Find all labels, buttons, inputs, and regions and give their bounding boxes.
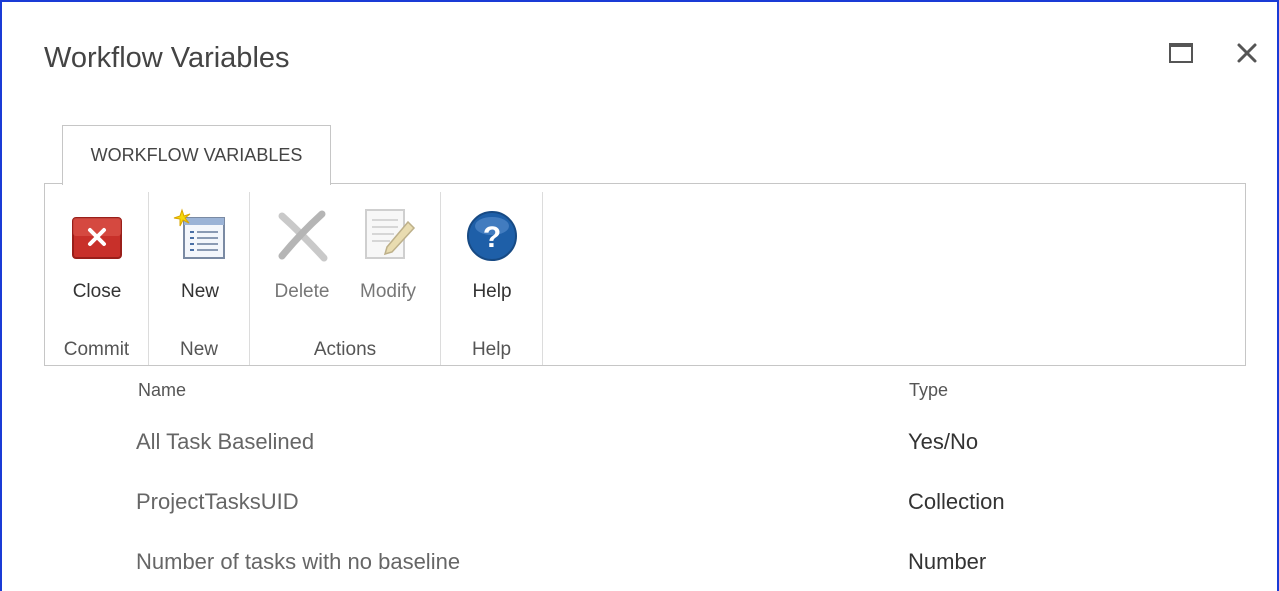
new-item-icon (173, 208, 225, 259)
table-row-name[interactable]: Number of tasks with no baseline (136, 549, 460, 575)
ribbon: Close Commit New New Delete Modify Actio… (44, 183, 1246, 366)
group-label-new: New (179, 339, 218, 360)
group-label-commit: Commit (63, 339, 130, 360)
help-icon: ? (467, 211, 517, 261)
new-button-label: New (180, 281, 219, 302)
close-button-label: Close (72, 281, 122, 302)
group-label-actions: Actions (313, 339, 377, 360)
maximize-icon (1169, 43, 1193, 63)
maximize-button[interactable] (1166, 38, 1196, 68)
svg-text:?: ? (483, 221, 501, 254)
dialog-title: Workflow Variables (44, 42, 290, 74)
modify-icon (365, 209, 416, 259)
new-button[interactable]: New (165, 204, 235, 304)
column-header-name[interactable]: Name (138, 380, 186, 401)
tab-workflow-variables[interactable]: WORKFLOW VARIABLES (62, 125, 331, 185)
modify-button-label: Modify (360, 281, 416, 302)
help-button[interactable]: ? Help (457, 204, 527, 304)
group-label-help: Help (471, 339, 512, 360)
close-window-button[interactable] (1232, 38, 1262, 68)
column-header-type[interactable]: Type (909, 380, 948, 401)
delete-icon (278, 210, 328, 262)
close-red-icon (72, 217, 122, 259)
ribbon-group-actions: Delete Modify Actions (250, 192, 441, 365)
delete-button[interactable]: Delete (267, 204, 337, 304)
table-row-type: Collection (908, 489, 1005, 514)
close-button[interactable]: Close (62, 204, 132, 304)
help-button-label: Help (472, 281, 512, 302)
ribbon-group-help: ? Help Help (441, 192, 543, 365)
table-row-type: Number (908, 549, 987, 574)
delete-button-label: Delete (274, 281, 330, 302)
modify-button[interactable]: Modify (353, 204, 423, 304)
table-row-type: Yes/No (908, 429, 979, 454)
workflow-variables-dialog: Workflow Variables WORKFLOW VARIABLES Cl… (0, 0, 1279, 591)
close-icon (1237, 43, 1257, 63)
table-row-name[interactable]: ProjectTasksUID (136, 489, 299, 515)
ribbon-group-commit: Close Commit (45, 192, 149, 365)
ribbon-group-new: New New (149, 192, 250, 365)
table-row-name[interactable]: All Task Baselined (136, 429, 314, 455)
